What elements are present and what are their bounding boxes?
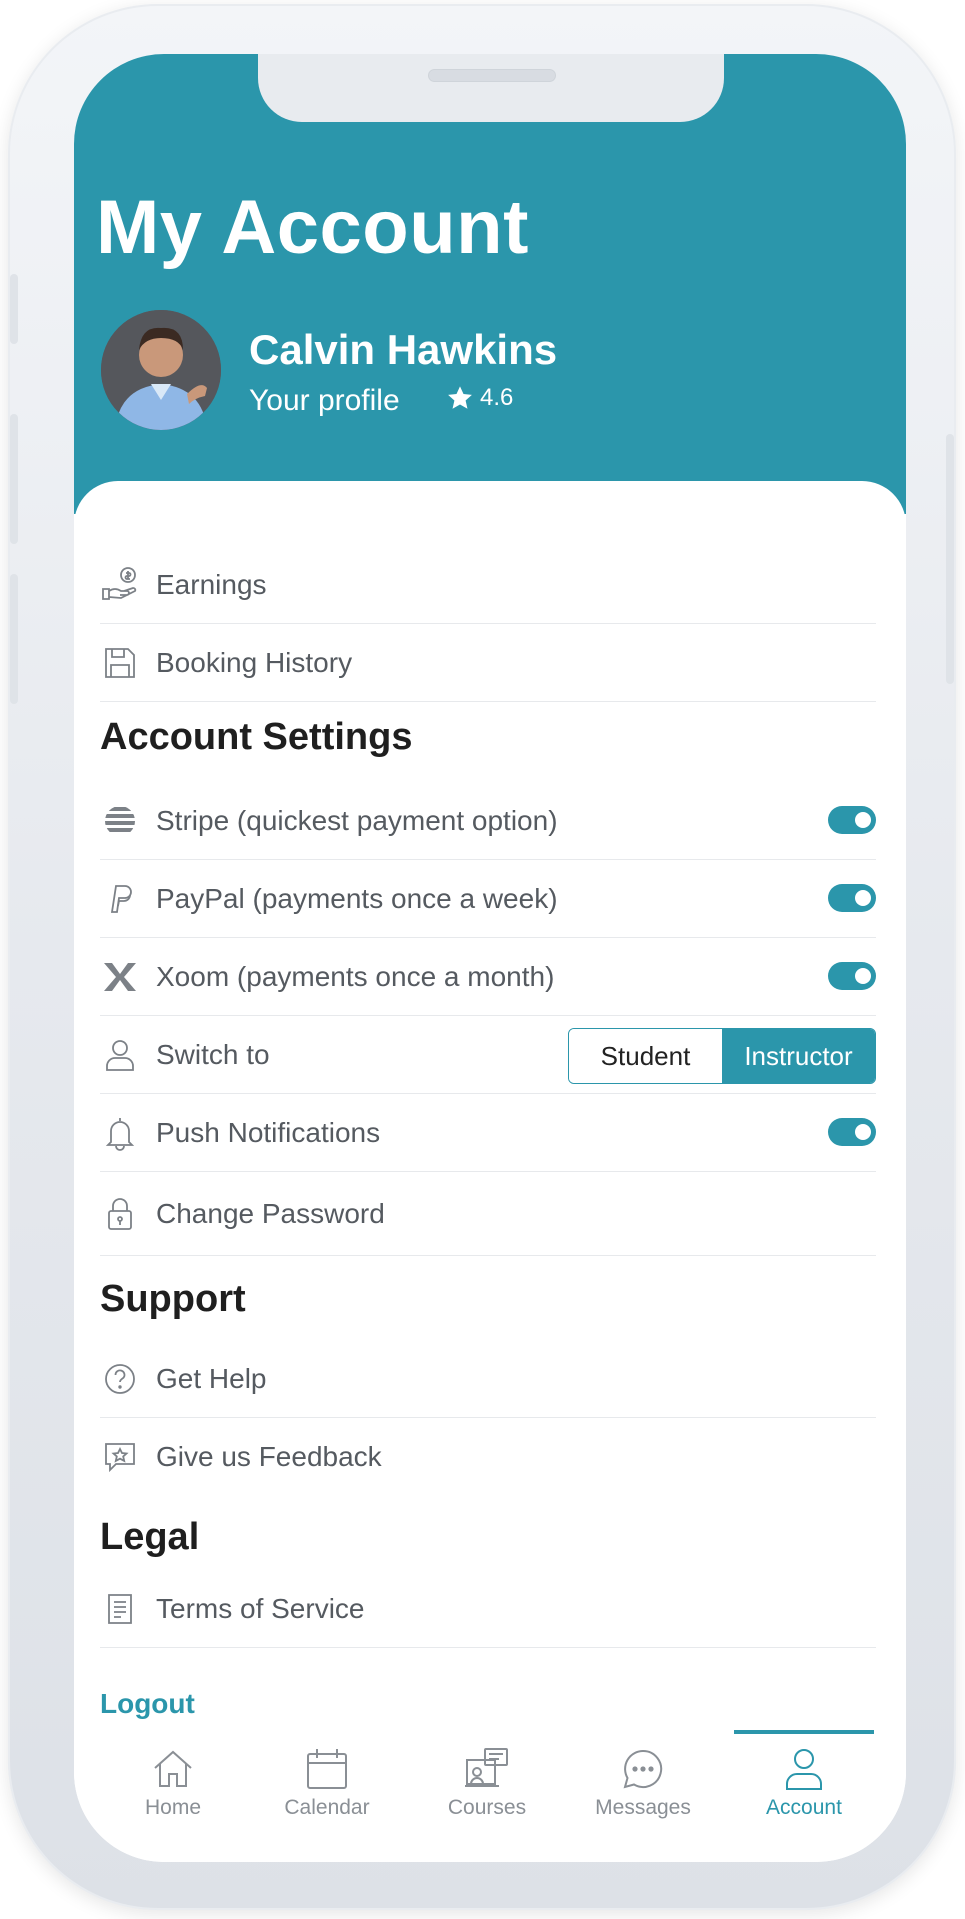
active-tab-indicator	[734, 1730, 874, 1734]
rating: 4.6	[446, 384, 513, 412]
hand-coin-icon	[100, 565, 140, 605]
student-option[interactable]: Student	[569, 1029, 722, 1083]
feedback-label: Give us Feedback	[156, 1441, 382, 1472]
volume-up-button	[10, 414, 18, 544]
mute-switch	[10, 274, 18, 344]
xoom-icon	[100, 957, 140, 997]
paypal-row[interactable]: PayPal (payments once a week)	[100, 860, 876, 938]
user-icon	[100, 1035, 140, 1075]
role-segmented-control: Student Instructor	[568, 1028, 876, 1084]
document-icon	[100, 1589, 140, 1629]
instructor-option[interactable]: Instructor	[722, 1029, 875, 1083]
booking-history-label: Booking History	[156, 646, 353, 678]
avatar[interactable]	[101, 310, 221, 430]
change-password-row[interactable]: Change Password	[100, 1172, 876, 1256]
switch-to-label: Switch to	[156, 1038, 270, 1070]
tab-messages[interactable]: Messages	[568, 1744, 718, 1854]
push-notifications-toggle[interactable]	[828, 1118, 876, 1146]
xoom-label: Xoom (payments once a month)	[156, 960, 555, 992]
feedback-star-icon	[100, 1437, 140, 1477]
account-header: My Account Calvin Hawkins Your profile 4…	[74, 54, 906, 514]
stripe-label: Stripe (quickest payment option)	[156, 804, 558, 836]
calendar-icon	[307, 1749, 347, 1789]
stripe-row[interactable]: Stripe (quickest payment option)	[100, 782, 876, 860]
home-icon	[154, 1750, 192, 1787]
get-help-row[interactable]: Get Help	[100, 1340, 876, 1418]
power-button	[946, 434, 954, 684]
courses-icon	[465, 1748, 508, 1787]
your-profile-link[interactable]: Your profile	[249, 384, 400, 418]
tab-home-label: Home	[144, 1796, 202, 1819]
get-help-label: Get Help	[156, 1362, 267, 1394]
account-icon	[786, 1749, 822, 1790]
push-notifications-row[interactable]: Push Notifications	[100, 1094, 876, 1172]
booking-history-row[interactable]: Booking History	[100, 624, 876, 702]
tab-courses-label: Courses	[447, 1796, 527, 1819]
messages-icon	[623, 1749, 663, 1789]
floppy-disk-icon	[100, 643, 140, 683]
tab-courses[interactable]: Courses	[412, 1744, 562, 1854]
notch	[258, 54, 724, 122]
terms-label: Terms of Service	[156, 1592, 365, 1624]
paypal-toggle[interactable]	[828, 884, 876, 912]
star-icon	[448, 386, 472, 409]
paypal-icon	[100, 879, 140, 919]
tab-account-label: Account	[766, 1796, 842, 1819]
phone-frame: My Account Calvin Hawkins Your profile 4…	[8, 4, 956, 1910]
bell-icon	[100, 1113, 140, 1153]
bottom-tab-bar: Home Calendar Courses Messages Account	[74, 1744, 906, 1854]
phone-screen: My Account Calvin Hawkins Your profile 4…	[74, 54, 906, 1862]
legal-heading: Legal	[100, 1516, 200, 1558]
change-password-label: Change Password	[156, 1197, 385, 1229]
logout-link[interactable]: Logout	[100, 1688, 195, 1720]
tab-account[interactable]: Account	[729, 1744, 879, 1854]
page-title: My Account	[96, 185, 529, 270]
tab-calendar[interactable]: Calendar	[252, 1744, 402, 1854]
stripe-icon	[100, 801, 140, 841]
account-settings-heading: Account Settings	[100, 716, 413, 758]
support-heading: Support	[100, 1278, 246, 1320]
push-notifications-label: Push Notifications	[156, 1116, 381, 1148]
speaker-grille	[428, 69, 556, 82]
rating-value: 4.6	[480, 384, 514, 411]
terms-row[interactable]: Terms of Service	[100, 1570, 876, 1648]
stripe-toggle[interactable]	[828, 806, 876, 834]
xoom-toggle[interactable]	[828, 962, 876, 990]
volume-down-button	[10, 574, 18, 704]
lock-icon	[100, 1194, 140, 1234]
earnings-row[interactable]: Earnings	[100, 546, 876, 624]
tab-calendar-label: Calendar	[284, 1796, 370, 1819]
feedback-row[interactable]: Give us Feedback	[100, 1418, 876, 1496]
paypal-label: PayPal (payments once a week)	[156, 882, 558, 914]
question-circle-icon	[100, 1359, 140, 1399]
tab-home[interactable]: Home	[98, 1744, 248, 1854]
earnings-label: Earnings	[156, 568, 267, 600]
tab-messages-label: Messages	[595, 1796, 691, 1819]
profile-name: Calvin Hawkins	[249, 326, 558, 373]
xoom-row[interactable]: Xoom (payments once a month)	[100, 938, 876, 1016]
switch-role-row: Switch to Student Instructor	[100, 1016, 876, 1094]
